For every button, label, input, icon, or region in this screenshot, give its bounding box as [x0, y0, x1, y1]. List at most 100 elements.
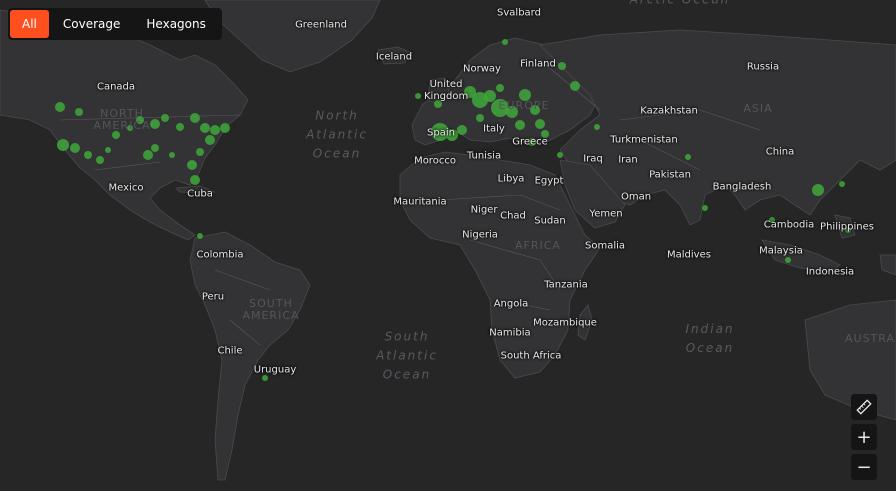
coverage-blob: [535, 119, 545, 129]
coverage-blob: [169, 152, 175, 158]
coverage-blob: [84, 151, 92, 159]
country-label: Tanzania: [544, 279, 588, 291]
country-label: Bangladesh: [712, 181, 772, 193]
tab-coverage[interactable]: Coverage: [51, 10, 133, 38]
coverage-blob: [75, 108, 83, 116]
country-label: Maldives: [667, 249, 711, 261]
country-label: Chad: [500, 210, 526, 222]
coverage-blob: [812, 184, 824, 196]
coverage-blob: [558, 62, 566, 70]
tab-all[interactable]: All: [10, 10, 49, 38]
country-label: Mauritania: [393, 196, 447, 208]
country-label: Chile: [217, 345, 243, 357]
coverage-blob: [200, 123, 210, 133]
country-label: Philippines: [820, 221, 874, 233]
coverage-blob: [96, 156, 104, 164]
continent-label-north-america: North America: [93, 107, 151, 132]
coverage-blob: [143, 150, 153, 160]
country-label: Greece: [512, 136, 548, 148]
country-label: Cambodia: [763, 219, 815, 231]
country-label: Angola: [493, 298, 529, 310]
continent-label-africa: Africa: [515, 239, 561, 252]
country-label: Indonesia: [805, 266, 855, 278]
country-label: Uruguay: [253, 364, 297, 376]
coverage-blob: [702, 205, 708, 211]
country-label: Russia: [746, 61, 780, 73]
country-label: China: [765, 146, 795, 158]
country-label: Cuba: [187, 188, 213, 200]
country-label: Colombia: [196, 249, 244, 261]
coverage-blob: [594, 124, 600, 130]
country-label: Namibia: [489, 327, 531, 339]
coverage-blob: [105, 147, 111, 153]
coverage-blob: [415, 93, 421, 99]
zoom-in-button[interactable]: +: [851, 424, 877, 450]
continent-label-europe: Europe: [498, 99, 550, 112]
continent-label-australia: Austra: [845, 332, 895, 345]
ocean-label-south-atlantic: South Atlantic Ocean: [376, 329, 438, 382]
coverage-blob: [210, 125, 220, 135]
coverage-blob: [161, 114, 169, 122]
continent-label-asia: Asia: [743, 102, 773, 115]
coverage-blob: [570, 81, 580, 91]
coverage-blob: [57, 139, 69, 151]
country-label: Norway: [463, 63, 501, 75]
coverage-blob: [496, 84, 504, 92]
coverage-blob: [484, 90, 496, 102]
country-label: Canada: [96, 81, 136, 93]
coverage-blob: [70, 143, 80, 153]
country-label: Peru: [201, 291, 225, 303]
ocean-label-arctic: Arctic Ocean: [630, 0, 731, 10]
coverage-blob: [557, 152, 563, 158]
coverage-blob: [457, 125, 467, 135]
country-label: Kazakhstan: [640, 105, 698, 117]
world-map[interactable]: Arctic Ocean North Atlantic Ocean South …: [0, 0, 896, 491]
country-label: Malaysia: [759, 245, 803, 257]
country-label: Somalia: [584, 240, 626, 252]
coverage-blob: [515, 120, 525, 130]
country-label: Iraq: [583, 153, 603, 165]
country-label: Libya: [497, 173, 525, 185]
country-label: United Kingdom: [424, 79, 469, 102]
country-label: Nigeria: [462, 229, 498, 241]
country-label: Svalbard: [497, 7, 541, 19]
coverage-blob: [187, 160, 197, 170]
coverage-blob: [839, 181, 845, 187]
country-label: Turkmenistan: [610, 134, 678, 146]
country-label: Greenland: [295, 19, 347, 31]
measure-button[interactable]: [851, 394, 877, 420]
continent-label-south-america: South America: [242, 297, 300, 322]
coverage-blob: [476, 114, 484, 122]
coverage-blob: [197, 233, 203, 239]
coverage-blob: [502, 39, 508, 45]
country-label: Morocco: [414, 155, 456, 167]
country-label: Finland: [520, 58, 556, 70]
tab-hexagons[interactable]: Hexagons: [134, 10, 217, 38]
ocean-label-indian: Indian Ocean: [685, 322, 735, 355]
coverage-blob: [205, 135, 215, 145]
country-label: Egypt: [534, 175, 564, 187]
country-label: Mozambique: [533, 317, 597, 329]
view-toggle: All Coverage Hexagons: [8, 8, 222, 40]
ocean-label-north-atlantic: North Atlantic Ocean: [306, 108, 368, 161]
country-label: Sudan: [534, 215, 566, 227]
country-label: Pakistan: [649, 169, 691, 181]
country-label: Iceland: [375, 51, 413, 63]
country-label: Niger: [470, 204, 498, 216]
coverage-blob: [262, 375, 268, 381]
coverage-blob: [176, 123, 184, 131]
zoom-out-button[interactable]: −: [851, 454, 877, 480]
country-label: Spain: [427, 127, 455, 139]
country-label: Italy: [483, 123, 505, 135]
coverage-blob: [196, 148, 204, 156]
coverage-blob: [220, 123, 230, 133]
country-label: Iran: [618, 154, 638, 166]
coverage-blob: [685, 154, 691, 160]
coverage-blob: [55, 102, 65, 112]
country-label: South Africa: [500, 350, 562, 362]
coverage-blob: [785, 257, 791, 263]
country-label: Yemen: [589, 208, 623, 220]
coverage-blob: [151, 144, 159, 152]
country-label: Mexico: [108, 182, 144, 194]
country-label: Tunisia: [466, 150, 502, 162]
